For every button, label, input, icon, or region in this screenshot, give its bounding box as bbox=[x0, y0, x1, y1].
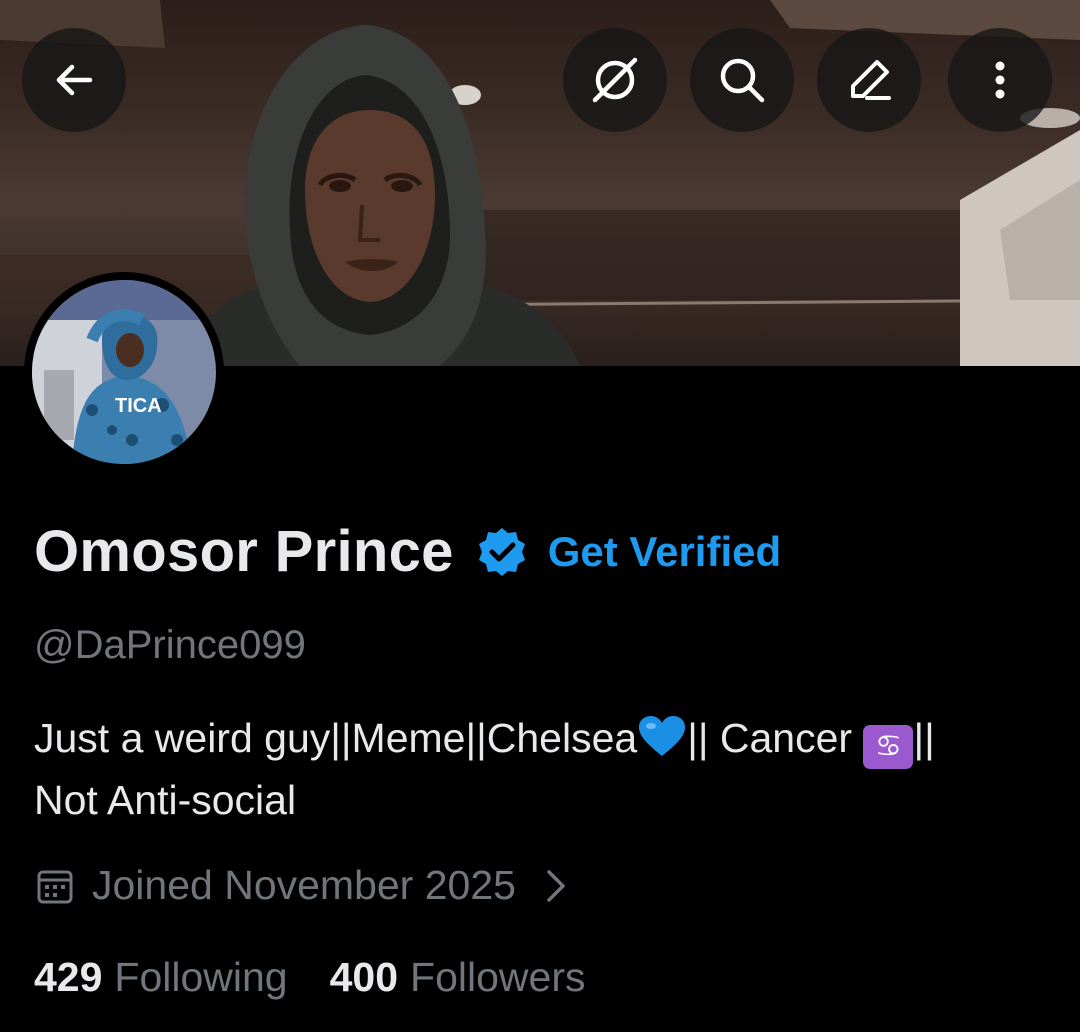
bio-text-line2: Not Anti-social bbox=[34, 777, 297, 823]
grok-button[interactable] bbox=[563, 28, 667, 132]
calendar-icon bbox=[37, 870, 73, 903]
joined-date: Joined November 2025 bbox=[92, 862, 516, 908]
edit-button[interactable] bbox=[817, 28, 921, 132]
display-name: Omosor Prince bbox=[34, 519, 454, 584]
profile-bio: Just a weird guy||Meme||Chelsea || Cance… bbox=[34, 707, 1054, 831]
get-verified-link[interactable]: Get Verified bbox=[548, 528, 781, 576]
svg-text:TICA: TICA bbox=[115, 395, 162, 417]
profile-avatar[interactable]: TICA bbox=[24, 272, 224, 472]
back-button[interactable] bbox=[22, 28, 126, 132]
cancer-zodiac-icon: ♋ bbox=[863, 725, 914, 769]
arrow-left-icon bbox=[56, 64, 93, 96]
profile-handle: @DaPrince099 bbox=[34, 623, 306, 667]
avatar-photo: TICA bbox=[32, 280, 216, 464]
name-row: Omosor Prince Get Verified bbox=[34, 518, 781, 585]
following-link[interactable]: 429 Following bbox=[34, 954, 288, 1001]
followers-count: 400 bbox=[329, 954, 399, 1000]
followers-label: Followers bbox=[410, 954, 586, 1000]
more-button[interactable] bbox=[948, 28, 1052, 132]
followers-link[interactable]: 400 Followers bbox=[330, 954, 586, 1001]
profile-stats: 429 Following 400 Followers bbox=[34, 954, 585, 1001]
search-icon bbox=[720, 58, 765, 103]
bio-text-1: Just a weird guy||Meme||Chelsea bbox=[34, 715, 638, 761]
bio-text-3: || bbox=[913, 715, 935, 761]
grok-icon bbox=[592, 57, 638, 103]
pencil-icon bbox=[851, 60, 891, 100]
verified-badge-icon bbox=[478, 527, 525, 576]
blue-heart-icon bbox=[639, 716, 686, 756]
search-button[interactable] bbox=[690, 28, 794, 132]
chevron-right-icon bbox=[547, 869, 565, 902]
following-label: Following bbox=[114, 954, 288, 1000]
joined-row[interactable]: Joined November 2025 bbox=[36, 862, 566, 909]
more-vertical-icon bbox=[995, 61, 1005, 99]
following-count: 429 bbox=[34, 954, 103, 1000]
bio-text-2: || Cancer bbox=[687, 715, 864, 761]
